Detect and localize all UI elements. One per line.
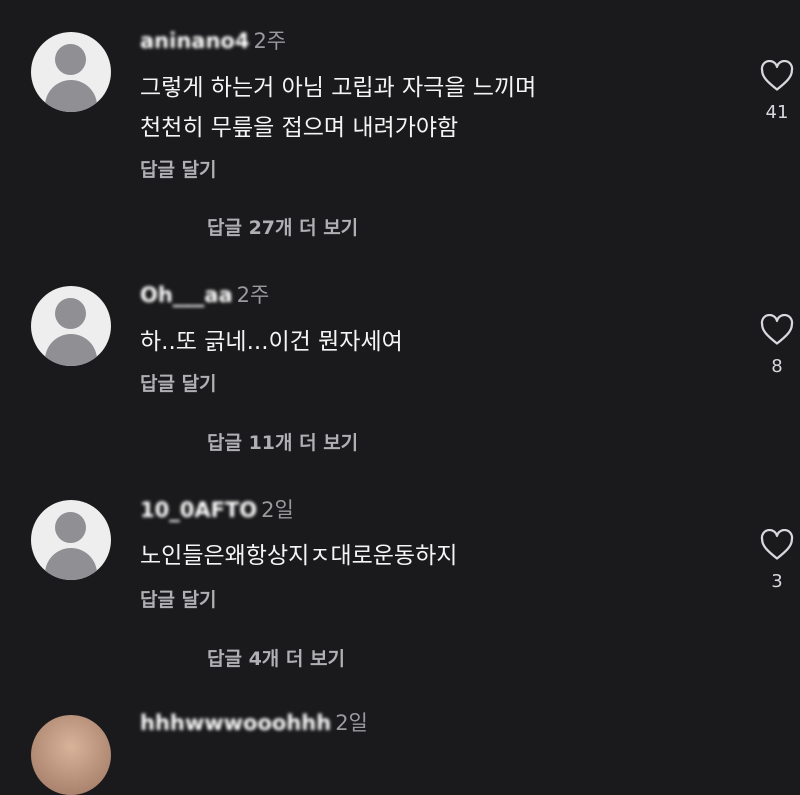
- reply-button[interactable]: 답글 달기: [140, 158, 217, 182]
- comment-meta: hhhwwwooohhh 2일: [140, 710, 368, 736]
- comment-time: 2일: [261, 498, 294, 522]
- reply-button[interactable]: 답글 달기: [140, 588, 217, 612]
- comment-username[interactable]: 10_0AFTO: [140, 498, 257, 522]
- comment-time: 2주: [253, 29, 287, 53]
- heart-icon: [760, 314, 794, 345]
- comment-time: 2주: [236, 283, 270, 307]
- avatar-head: [55, 512, 86, 543]
- like-button[interactable]: 41: [758, 60, 796, 123]
- avatar-body: [45, 80, 97, 112]
- like-button[interactable]: 8: [758, 314, 796, 377]
- heart-icon: [760, 60, 794, 91]
- comment-username[interactable]: Oh___aa: [140, 283, 233, 307]
- reply-button[interactable]: 답글 달기: [140, 372, 217, 396]
- like-count: 8: [771, 356, 783, 377]
- avatar[interactable]: [31, 286, 111, 366]
- avatar-head: [55, 298, 86, 329]
- view-more-replies[interactable]: 답글 27개 더 보기: [207, 216, 358, 240]
- avatar-head: [55, 44, 86, 75]
- comment-meta: aninano4 2주: [140, 28, 286, 54]
- avatar[interactable]: [31, 715, 111, 795]
- comment-text: 하..또 긁네...이건 뭔자세여: [140, 329, 403, 355]
- comment-meta: 10_0AFTO 2일: [140, 497, 294, 523]
- heart-icon: [760, 529, 794, 560]
- view-more-replies[interactable]: 답글 4개 더 보기: [207, 647, 345, 671]
- comment-text: 노인들은왜항상지ㅈ대로운동하지: [140, 543, 458, 569]
- like-count: 3: [771, 571, 783, 592]
- avatar[interactable]: [31, 500, 111, 580]
- comment-text: 그렇게 하는거 아님 고립과 자극을 느끼며 천천히 무릎을 접으며 내려가야함: [140, 75, 537, 141]
- comment-meta: Oh___aa 2주: [140, 282, 269, 308]
- avatar[interactable]: [31, 32, 111, 112]
- view-more-replies[interactable]: 답글 11개 더 보기: [207, 431, 358, 455]
- comment-username[interactable]: hhhwwwooohhh: [140, 711, 331, 735]
- comment-time: 2일: [335, 711, 368, 735]
- like-count: 41: [765, 102, 789, 123]
- avatar-body: [45, 334, 97, 366]
- comment-username[interactable]: aninano4: [140, 29, 249, 53]
- avatar-body: [45, 548, 97, 580]
- like-button[interactable]: 3: [758, 529, 796, 592]
